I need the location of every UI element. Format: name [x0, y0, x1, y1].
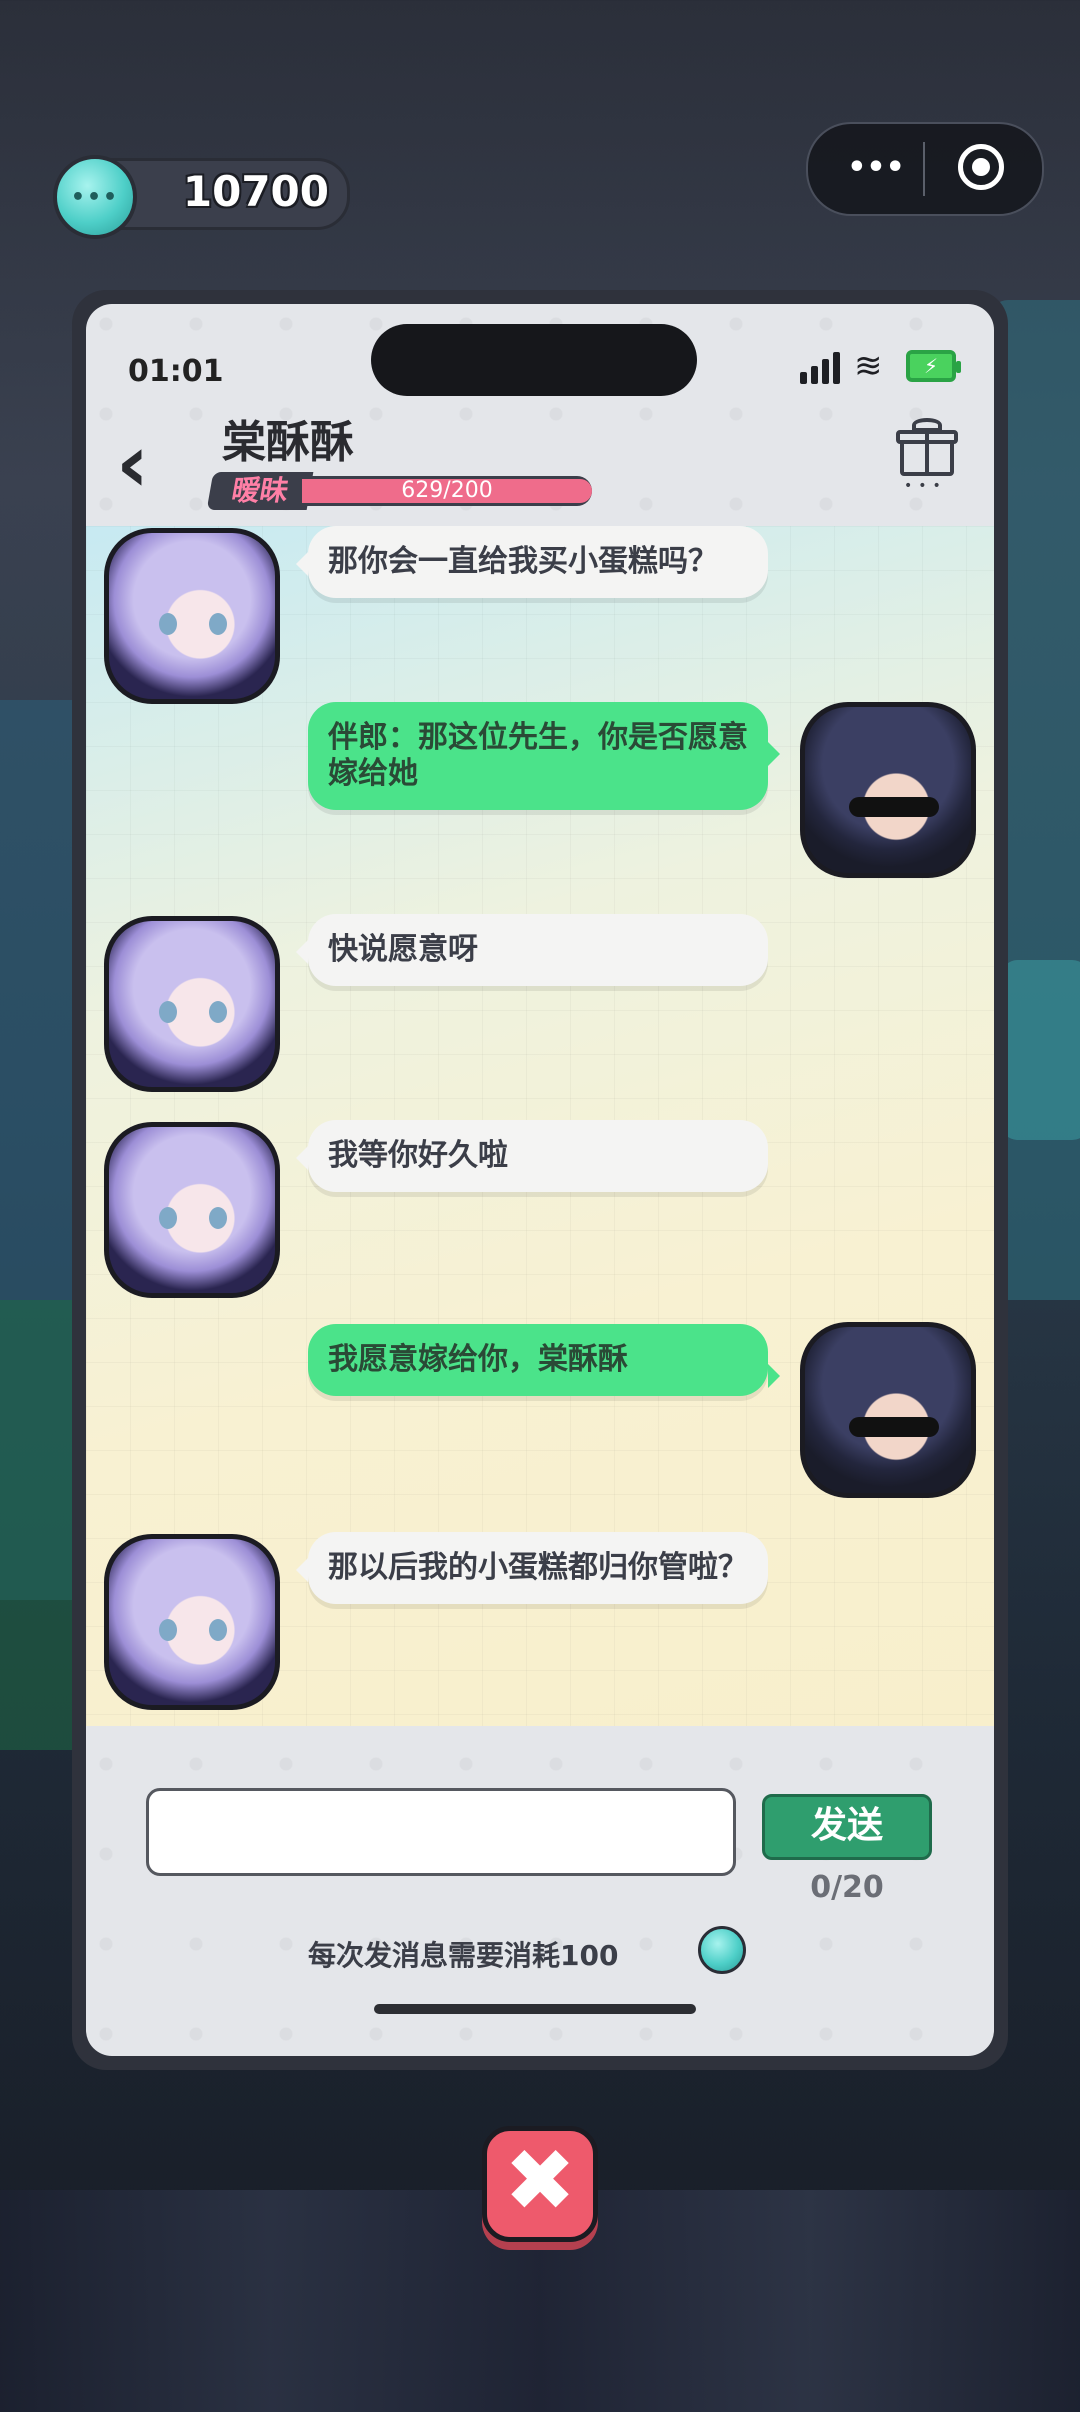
user-avatar[interactable]	[800, 702, 976, 878]
chat-coin-icon	[698, 1926, 746, 1974]
user-avatar[interactable]	[800, 1322, 976, 1498]
contact-avatar[interactable]	[104, 1534, 280, 1710]
gift-icon[interactable]: •••	[896, 418, 958, 493]
message-bubble-incoming: 那你会一直给我买小蛋糕吗？	[296, 526, 768, 598]
phone-notch	[371, 324, 697, 396]
message-bubble-outgoing: 伴郎：那这位先生，你是否愿意嫁给她	[308, 702, 780, 810]
relationship-label: 暧昧	[206, 472, 314, 510]
back-button[interactable]: ‹	[116, 424, 176, 504]
relationship-progress: 629/200	[401, 478, 493, 503]
chat-coin-icon: •••	[53, 155, 137, 239]
relationship-bar: 629/200	[302, 476, 592, 506]
message-cost-note: 每次发消息需要消耗100	[308, 1939, 619, 1972]
phone-frame: 01:01 ≋ ⚡ ‹ 棠酥酥 暧昧 629/200 ••• 那你会一直给我买小…	[72, 290, 1008, 2070]
contact-avatar[interactable]	[104, 916, 280, 1092]
contact-avatar[interactable]	[104, 528, 280, 704]
battery-icon: ⚡	[906, 350, 961, 382]
chat-area[interactable]: 那你会一直给我买小蛋糕吗？ 伴郎：那这位先生，你是否愿意嫁给她 快说愿意呀 我等…	[86, 526, 994, 1726]
send-button[interactable]: 发送	[762, 1794, 932, 1860]
signal-icon	[800, 350, 842, 384]
message-bubble-incoming: 那以后我的小蛋糕都归你管啦？	[296, 1532, 768, 1604]
home-indicator	[374, 2004, 696, 2014]
wifi-icon: ≋	[854, 346, 883, 386]
status-time: 01:01	[128, 354, 224, 389]
contact-avatar[interactable]	[104, 1122, 280, 1298]
background-block	[1000, 960, 1080, 1140]
message-input[interactable]	[146, 1788, 736, 1876]
more-menu-button[interactable]: •••	[846, 150, 906, 186]
currency-value: 10700	[182, 167, 329, 216]
contact-name: 棠酥酥	[222, 417, 354, 468]
exit-target-icon[interactable]	[958, 144, 1004, 190]
message-bubble-incoming: 快说愿意呀	[296, 914, 768, 986]
currency-counter: ••• 10700	[53, 155, 350, 239]
message-bubble-outgoing: 我愿意嫁给你，棠酥酥	[308, 1324, 780, 1396]
close-button[interactable]: ✖	[482, 2126, 598, 2242]
character-counter: 0/20	[810, 1870, 884, 1905]
chat-screen: 01:01 ≋ ⚡ ‹ 棠酥酥 暧昧 629/200 ••• 那你会一直给我买小…	[86, 304, 994, 2056]
message-bubble-incoming: 我等你好久啦	[296, 1120, 768, 1192]
miniprogram-capsule: •••	[806, 122, 1044, 216]
capsule-divider	[923, 142, 925, 196]
